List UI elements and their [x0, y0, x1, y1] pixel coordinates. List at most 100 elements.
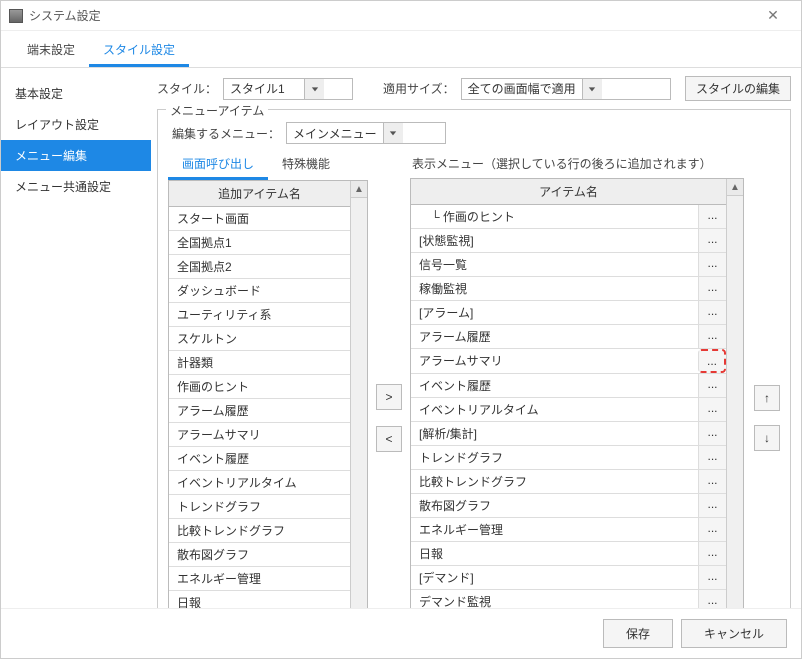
table-row[interactable]: イベント履歴 — [169, 447, 350, 471]
item-name-cell: スタート画面 — [169, 207, 350, 230]
tab-style-settings[interactable]: スタイル設定 — [89, 35, 189, 67]
item-options-button[interactable]: ... — [698, 205, 726, 228]
table-row[interactable]: 日報... — [411, 542, 726, 566]
table-row[interactable]: イベント履歴... — [411, 374, 726, 398]
table-row[interactable]: 散布図グラフ — [169, 543, 350, 567]
table-row[interactable]: アラーム履歴 — [169, 399, 350, 423]
sidebar-item-menu-edit[interactable]: メニュー編集 — [1, 140, 151, 171]
dropdown-arrow-icon[interactable] — [383, 123, 403, 143]
inner-tabs: 画面呼び出し 特殊機能 — [168, 150, 368, 180]
titlebar: システム設定 ✕ — [1, 1, 801, 31]
inner-tab-special[interactable]: 特殊機能 — [268, 150, 344, 180]
dropdown-arrow-icon[interactable] — [304, 79, 324, 99]
item-name-cell: アラーム履歴 — [411, 325, 698, 348]
size-select[interactable]: 全ての画面幅で適用 — [461, 78, 671, 100]
move-down-button[interactable]: ↓ — [754, 425, 780, 451]
table-row[interactable]: [解析/集計]... — [411, 422, 726, 446]
scroll-up-icon[interactable]: ▲ — [727, 179, 743, 196]
columns: 画面呼び出し 特殊機能 追加アイテム名 スタート画面全国拠点1全国拠点2ダッシュ… — [168, 150, 780, 608]
table-row[interactable]: 計器類 — [169, 351, 350, 375]
style-label: スタイル： — [157, 80, 217, 97]
table-row[interactable]: [デマンド]... — [411, 566, 726, 590]
right-table: アイテム名 └ 作画のヒント...[状態監視]...信号一覧...稼働監視...… — [410, 178, 744, 608]
size-select-value: 全ての画面幅で適用 — [462, 80, 582, 97]
table-row[interactable]: アラーム履歴... — [411, 325, 726, 349]
table-row[interactable]: ダッシュボード — [169, 279, 350, 303]
move-right-button[interactable]: > — [376, 384, 402, 410]
table-row[interactable]: 日報 — [169, 591, 350, 608]
move-left-button[interactable]: < — [376, 426, 402, 452]
sidebar-item-layout[interactable]: レイアウト設定 — [1, 109, 151, 140]
edit-menu-select[interactable]: メインメニュー — [286, 122, 446, 144]
item-options-button[interactable]: ... — [698, 422, 726, 445]
item-options-button[interactable]: ... — [698, 229, 726, 252]
move-up-button[interactable]: ↑ — [754, 385, 780, 411]
table-row[interactable]: トレンドグラフ... — [411, 446, 726, 470]
tab-terminal-settings[interactable]: 端末設定 — [13, 35, 89, 67]
item-name-cell: 信号一覧 — [411, 253, 698, 276]
item-name-cell: エネルギー管理 — [169, 567, 350, 590]
item-name-cell: 散布図グラフ — [169, 543, 350, 566]
item-options-button[interactable]: ... — [698, 277, 726, 300]
table-row[interactable]: 作画のヒント — [169, 375, 350, 399]
table-row[interactable]: 稼働監視... — [411, 277, 726, 301]
table-row[interactable]: エネルギー管理 — [169, 567, 350, 591]
table-row[interactable]: ユーティリティ系 — [169, 303, 350, 327]
table-row[interactable]: アラームサマリ... — [411, 349, 726, 374]
table-row[interactable]: アラームサマリ — [169, 423, 350, 447]
window-title: システム設定 — [29, 7, 753, 24]
table-row[interactable]: 散布図グラフ... — [411, 494, 726, 518]
footer: 保存 キャンセル — [1, 608, 801, 658]
item-options-button[interactable]: ... — [698, 325, 726, 348]
table-row[interactable]: [状態監視]... — [411, 229, 726, 253]
left-table-body[interactable]: 追加アイテム名 スタート画面全国拠点1全国拠点2ダッシュボードユーティリティ系ス… — [169, 181, 350, 608]
cancel-button[interactable]: キャンセル — [681, 619, 787, 648]
app-icon — [9, 9, 23, 23]
window-close-button[interactable]: ✕ — [753, 7, 793, 24]
left-panel: 画面呼び出し 特殊機能 追加アイテム名 スタート画面全国拠点1全国拠点2ダッシュ… — [168, 150, 368, 608]
sidebar-item-basic[interactable]: 基本設定 — [1, 78, 151, 109]
inner-tab-screen-call[interactable]: 画面呼び出し — [168, 150, 268, 180]
item-name-cell: スケルトン — [169, 327, 350, 350]
table-row[interactable]: 比較トレンドグラフ — [169, 519, 350, 543]
left-scrollbar[interactable]: ▲ ▼ — [350, 181, 367, 608]
item-name-cell: イベント履歴 — [411, 374, 698, 397]
table-row[interactable]: デマンド監視... — [411, 590, 726, 608]
item-options-button[interactable]: ... — [698, 494, 726, 517]
table-row[interactable]: 全国拠点1 — [169, 231, 350, 255]
right-scrollbar[interactable]: ▲ ▼ — [726, 179, 743, 608]
item-options-button[interactable]: ... — [698, 253, 726, 276]
item-options-button[interactable]: ... — [698, 374, 726, 397]
table-row[interactable]: 比較トレンドグラフ... — [411, 470, 726, 494]
item-options-button[interactable]: ... — [698, 349, 726, 373]
item-options-button[interactable]: ... — [698, 566, 726, 589]
table-row[interactable]: スケルトン — [169, 327, 350, 351]
right-table-body[interactable]: アイテム名 └ 作画のヒント...[状態監視]...信号一覧...稼働監視...… — [411, 179, 726, 608]
save-button[interactable]: 保存 — [603, 619, 673, 648]
table-row[interactable]: イベントリアルタイム — [169, 471, 350, 495]
edit-style-button[interactable]: スタイルの編集 — [685, 76, 791, 101]
table-row[interactable]: トレンドグラフ — [169, 495, 350, 519]
table-row[interactable]: 信号一覧... — [411, 253, 726, 277]
item-options-button[interactable]: ... — [698, 301, 726, 324]
table-row[interactable]: [アラーム]... — [411, 301, 726, 325]
item-options-button[interactable]: ... — [698, 590, 726, 608]
table-row[interactable]: イベントリアルタイム... — [411, 398, 726, 422]
item-options-button[interactable]: ... — [698, 518, 726, 541]
dropdown-arrow-icon[interactable] — [582, 79, 602, 99]
table-row[interactable]: 全国拠点2 — [169, 255, 350, 279]
scroll-up-icon[interactable]: ▲ — [351, 181, 367, 198]
table-row[interactable]: スタート画面 — [169, 207, 350, 231]
style-select[interactable]: スタイル1 — [223, 78, 353, 100]
item-options-button[interactable]: ... — [698, 446, 726, 469]
sidebar-item-menu-common[interactable]: メニュー共通設定 — [1, 171, 151, 202]
item-options-button[interactable]: ... — [698, 542, 726, 565]
table-row[interactable]: エネルギー管理... — [411, 518, 726, 542]
item-name-cell: 全国拠点1 — [169, 231, 350, 254]
right-panel: 表示メニュー（選択している行の後ろに追加されます） アイテム名 └ 作画のヒント… — [410, 150, 744, 608]
item-options-button[interactable]: ... — [698, 470, 726, 493]
item-options-button[interactable]: ... — [698, 398, 726, 421]
item-name-cell: 日報 — [169, 591, 350, 608]
item-name-cell: [状態監視] — [411, 229, 698, 252]
table-row[interactable]: └ 作画のヒント... — [411, 205, 726, 229]
